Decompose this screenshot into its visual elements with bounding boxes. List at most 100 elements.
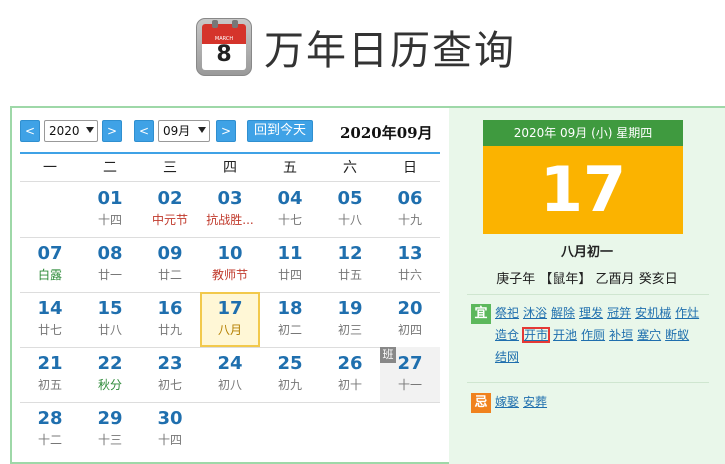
day-cell[interactable]: 12 廿五 bbox=[320, 237, 380, 292]
day-cell[interactable]: 17 八月 bbox=[200, 292, 260, 347]
activity-link[interactable]: 祭祀 bbox=[495, 306, 519, 320]
chevron-down-icon bbox=[86, 127, 94, 133]
day-cell[interactable]: 06 十九 bbox=[380, 182, 440, 237]
day-cell[interactable]: 23 初七 bbox=[140, 347, 200, 402]
activity-link[interactable]: 开池 bbox=[553, 328, 577, 342]
month-select[interactable]: 09月 bbox=[158, 120, 210, 142]
day-cell[interactable]: 16 廿九 bbox=[140, 292, 200, 347]
day-cell[interactable]: 08 廿一 bbox=[80, 237, 140, 292]
day-cell[interactable]: 14 廿七 bbox=[20, 292, 80, 347]
lunar-label: 廿七 bbox=[37, 323, 62, 337]
activity-link[interactable]: 补垣 bbox=[609, 328, 633, 342]
day-number: 01 bbox=[97, 188, 123, 209]
day-number: 20 bbox=[397, 298, 423, 319]
lunar-date: 八月初一 bbox=[560, 245, 613, 260]
activity-link[interactable]: 塞穴 bbox=[637, 328, 661, 342]
day-number: 08 bbox=[97, 243, 123, 264]
day-cell[interactable]: 04 十七 bbox=[260, 182, 320, 237]
day-cell[interactable]: 03 抗战胜... bbox=[200, 182, 260, 237]
prev-year-button[interactable]: < bbox=[20, 120, 40, 142]
calendar-left: < 2020 > < 09月 > 回到今天 2020年09月 一 二 三 四 五 六 日 0… bbox=[12, 108, 449, 464]
year-select[interactable]: 2020 bbox=[44, 120, 98, 142]
day-cell[interactable]: 30 十四 bbox=[140, 402, 200, 457]
divider bbox=[467, 294, 709, 295]
day-number: 15 bbox=[97, 298, 123, 319]
activity-link[interactable]: 理发 bbox=[579, 306, 603, 320]
next-month-button[interactable]: > bbox=[216, 120, 236, 142]
lunar-label: 十九 bbox=[397, 213, 422, 227]
lunar-label: 廿六 bbox=[397, 268, 422, 282]
lunar-label: 十三 bbox=[97, 433, 122, 447]
ji-tag: 忌 bbox=[471, 393, 491, 413]
day-number: 06 bbox=[397, 188, 423, 209]
lunar-label: 廿一 bbox=[97, 268, 122, 282]
weekday-header: 一二三四五六日 bbox=[20, 152, 440, 182]
activity-link[interactable]: 作灶 bbox=[675, 306, 699, 320]
activity-link[interactable]: 安机械 bbox=[635, 306, 671, 320]
day-number: 25 bbox=[277, 353, 303, 374]
day-cell[interactable]: 18 初二 bbox=[260, 292, 320, 347]
day-cell[interactable]: 11 廿四 bbox=[260, 237, 320, 292]
day-cell[interactable]: 29 十三 bbox=[80, 402, 140, 457]
weekday-label: 二 bbox=[103, 160, 117, 176]
day-cell[interactable]: 09 廿二 bbox=[140, 237, 200, 292]
day-number: 12 bbox=[337, 243, 363, 264]
activity-link[interactable]: 沐浴 bbox=[523, 306, 547, 320]
month-select-value: 09月 bbox=[163, 124, 191, 138]
day-number: 09 bbox=[157, 243, 183, 264]
activity-link[interactable]: 作厕 bbox=[581, 328, 605, 342]
day-cell[interactable]: 13 廿六 bbox=[380, 237, 440, 292]
lunar-label: 中元节 bbox=[151, 213, 188, 227]
day-cell[interactable]: 02 中元节 bbox=[140, 182, 200, 237]
day-cell[interactable]: 05 十八 bbox=[320, 182, 380, 237]
day-cell[interactable]: 25 初九 bbox=[260, 347, 320, 402]
day-cell[interactable]: 07 白露 bbox=[20, 237, 80, 292]
page-header: MARCH 8 万年日历查询 bbox=[0, 0, 725, 96]
day-number: 30 bbox=[157, 408, 183, 429]
activity-link[interactable]: 嫁娶 bbox=[495, 395, 519, 409]
lunar-label: 初二 bbox=[277, 323, 302, 337]
day-number: 28 bbox=[37, 408, 63, 429]
activity-link[interactable]: 结网 bbox=[495, 350, 519, 364]
day-number: 05 bbox=[337, 188, 363, 209]
activity-link[interactable]: 断蚁 bbox=[665, 328, 689, 342]
lunar-label: 初九 bbox=[277, 378, 302, 392]
activity-link[interactable]: 安葬 bbox=[523, 395, 547, 409]
day-number: 17 bbox=[217, 298, 243, 319]
ring-icon bbox=[212, 20, 218, 28]
day-detail: 2020年 09月 (小) 星期四 17 八月初一 庚子年 【鼠年】 乙酉月 癸… bbox=[449, 108, 725, 464]
weekday-label: 三 bbox=[163, 160, 177, 176]
lunar-label: 廿八 bbox=[97, 323, 122, 337]
day-cell[interactable]: 24 初八 bbox=[200, 347, 260, 402]
lunar-label: 秋分 bbox=[97, 378, 122, 392]
prev-month-button[interactable]: < bbox=[134, 120, 154, 142]
yi-activities: 祭祀 沐浴 解除 理发 冠笄 安机械 作灶造仓 开市 开池 作厕 补垣 塞穴 断蚁结网 bbox=[495, 302, 713, 368]
activity-link[interactable]: 开市 bbox=[522, 327, 551, 343]
ji-activities: 嫁娶 安葬 bbox=[495, 391, 713, 413]
divider bbox=[467, 382, 709, 383]
lunar-label: 八月 bbox=[217, 323, 242, 337]
next-year-button[interactable]: > bbox=[102, 120, 122, 142]
day-cell[interactable]: 01 十四 bbox=[80, 182, 140, 237]
activity-link[interactable]: 解除 bbox=[551, 306, 575, 320]
day-cell[interactable]: 22 秋分 bbox=[80, 347, 140, 402]
day-cell[interactable]: 27 十一班 bbox=[380, 347, 440, 402]
day-cell[interactable]: 21 初五 bbox=[20, 347, 80, 402]
lunar-label: 初八 bbox=[217, 378, 242, 392]
day-cell[interactable]: 26 初十 bbox=[320, 347, 380, 402]
lunar-label: 初七 bbox=[157, 378, 182, 392]
day-cell[interactable]: 28 十二 bbox=[20, 402, 80, 457]
day-number: 07 bbox=[37, 243, 63, 264]
activity-link[interactable]: 冠笄 bbox=[607, 306, 631, 320]
day-number: 14 bbox=[37, 298, 63, 319]
day-cell[interactable]: 20 初四 bbox=[380, 292, 440, 347]
day-cell[interactable]: 19 初三 bbox=[320, 292, 380, 347]
day-cell[interactable]: 10 教师节 bbox=[200, 237, 260, 292]
day-cell[interactable]: 15 廿八 bbox=[80, 292, 140, 347]
day-number: 24 bbox=[217, 353, 243, 374]
calendar-icon-page: MARCH 8 bbox=[202, 24, 246, 70]
day-number: 10 bbox=[217, 243, 243, 264]
activity-link[interactable]: 造仓 bbox=[495, 328, 519, 342]
back-to-today-button[interactable]: 回到今天 bbox=[247, 120, 313, 142]
ganzhi-text: 庚子年 【鼠年】 乙酉月 癸亥日 bbox=[496, 272, 678, 287]
